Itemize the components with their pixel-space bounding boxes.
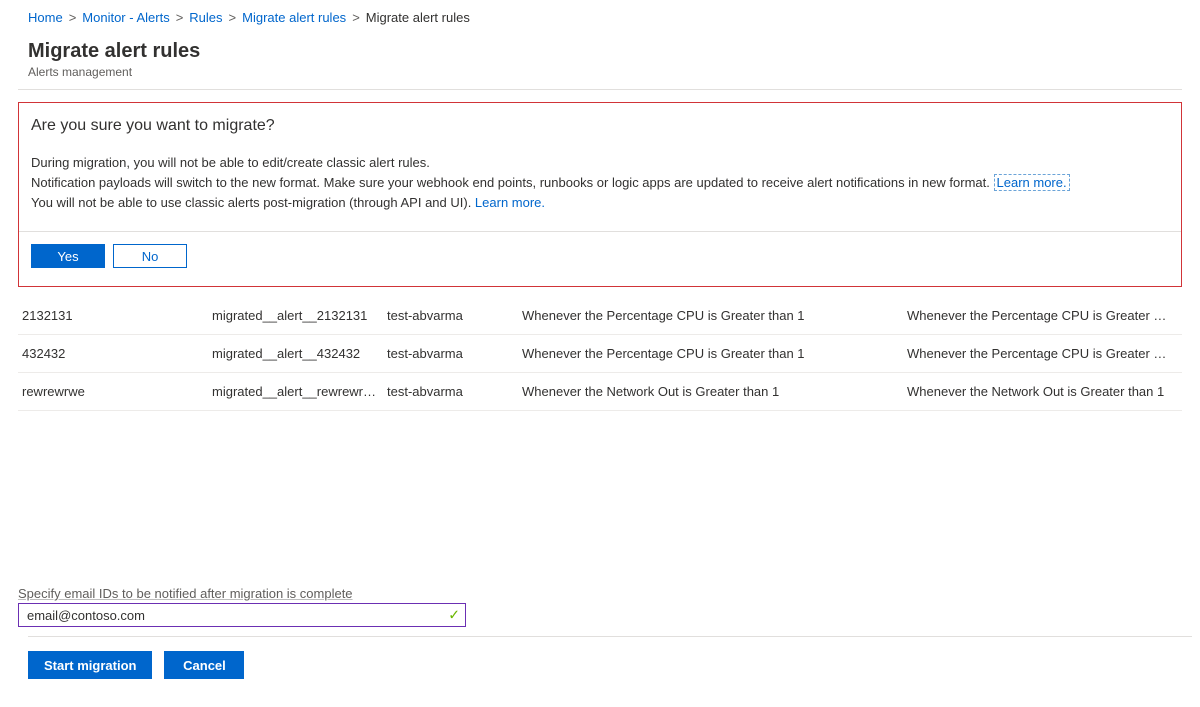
cell-classic-name: rewrewrwe <box>22 384 212 399</box>
cell-resource: test-abvarma <box>387 384 522 399</box>
cell-condition-1: Whenever the Percentage CPU is Greater t… <box>522 346 907 361</box>
email-field[interactable] <box>18 603 466 627</box>
cell-condition-2: Whenever the Percentage CPU is Greater t… <box>907 308 1178 323</box>
confirm-line-3: You will not be able to use classic aler… <box>31 195 475 210</box>
cell-migrated-name: migrated__alert__2132131 <box>212 308 387 323</box>
cell-condition-2: Whenever the Network Out is Greater than… <box>907 384 1178 399</box>
breadcrumb-current: Migrate alert rules <box>366 10 470 25</box>
breadcrumb-separator: > <box>352 10 360 25</box>
breadcrumb-separator: > <box>176 10 184 25</box>
breadcrumb-link-rules[interactable]: Rules <box>189 10 222 25</box>
breadcrumb: Home > Monitor - Alerts > Rules > Migrat… <box>18 0 1182 36</box>
divider <box>19 231 1181 232</box>
breadcrumb-separator: > <box>229 10 237 25</box>
page-title: Migrate alert rules <box>28 40 1172 63</box>
email-label: Specify email IDs to be notified after m… <box>18 586 353 601</box>
yes-button[interactable]: Yes <box>31 244 105 268</box>
no-button[interactable]: No <box>113 244 187 268</box>
page-subtitle: Alerts management <box>28 65 1172 79</box>
confirm-line-2: Notification payloads will switch to the… <box>31 175 994 190</box>
cell-classic-name: 2132131 <box>22 308 212 323</box>
start-migration-button[interactable]: Start migration <box>28 651 152 679</box>
cell-migrated-name: migrated__alert__rewrewrwe <box>212 384 387 399</box>
breadcrumb-link-migrate-alert-rules[interactable]: Migrate alert rules <box>242 10 346 25</box>
cell-condition-1: Whenever the Network Out is Greater than… <box>522 384 907 399</box>
breadcrumb-link-home[interactable]: Home <box>28 10 63 25</box>
confirm-migration-panel: Are you sure you want to migrate? During… <box>18 102 1182 287</box>
cell-resource: test-abvarma <box>387 346 522 361</box>
cell-classic-name: 432432 <box>22 346 212 361</box>
table-row[interactable]: 2132131 migrated__alert__2132131 test-ab… <box>18 297 1182 335</box>
breadcrumb-separator: > <box>69 10 77 25</box>
cell-migrated-name: migrated__alert__432432 <box>212 346 387 361</box>
confirm-body: During migration, you will not be able t… <box>31 153 1169 213</box>
cell-condition-1: Whenever the Percentage CPU is Greater t… <box>522 308 907 323</box>
cell-condition-2: Whenever the Percentage CPU is Greater t… <box>907 346 1178 361</box>
table-row[interactable]: rewrewrwe migrated__alert__rewrewrwe tes… <box>18 373 1182 411</box>
rules-table: 2132131 migrated__alert__2132131 test-ab… <box>18 297 1182 411</box>
cell-resource: test-abvarma <box>387 308 522 323</box>
cancel-button[interactable]: Cancel <box>164 651 244 679</box>
bottom-action-bar: Start migration Cancel <box>28 636 1192 679</box>
table-row[interactable]: 432432 migrated__alert__432432 test-abva… <box>18 335 1182 373</box>
breadcrumb-link-monitor-alerts[interactable]: Monitor - Alerts <box>82 10 169 25</box>
learn-more-link-payload[interactable]: Learn more. <box>994 174 1070 191</box>
learn-more-link-classic-alerts[interactable]: Learn more. <box>475 195 545 210</box>
confirm-title: Are you sure you want to migrate? <box>31 117 1169 135</box>
confirm-line-1: During migration, you will not be able t… <box>31 153 1169 173</box>
page-header: Migrate alert rules Alerts management <box>18 36 1182 90</box>
